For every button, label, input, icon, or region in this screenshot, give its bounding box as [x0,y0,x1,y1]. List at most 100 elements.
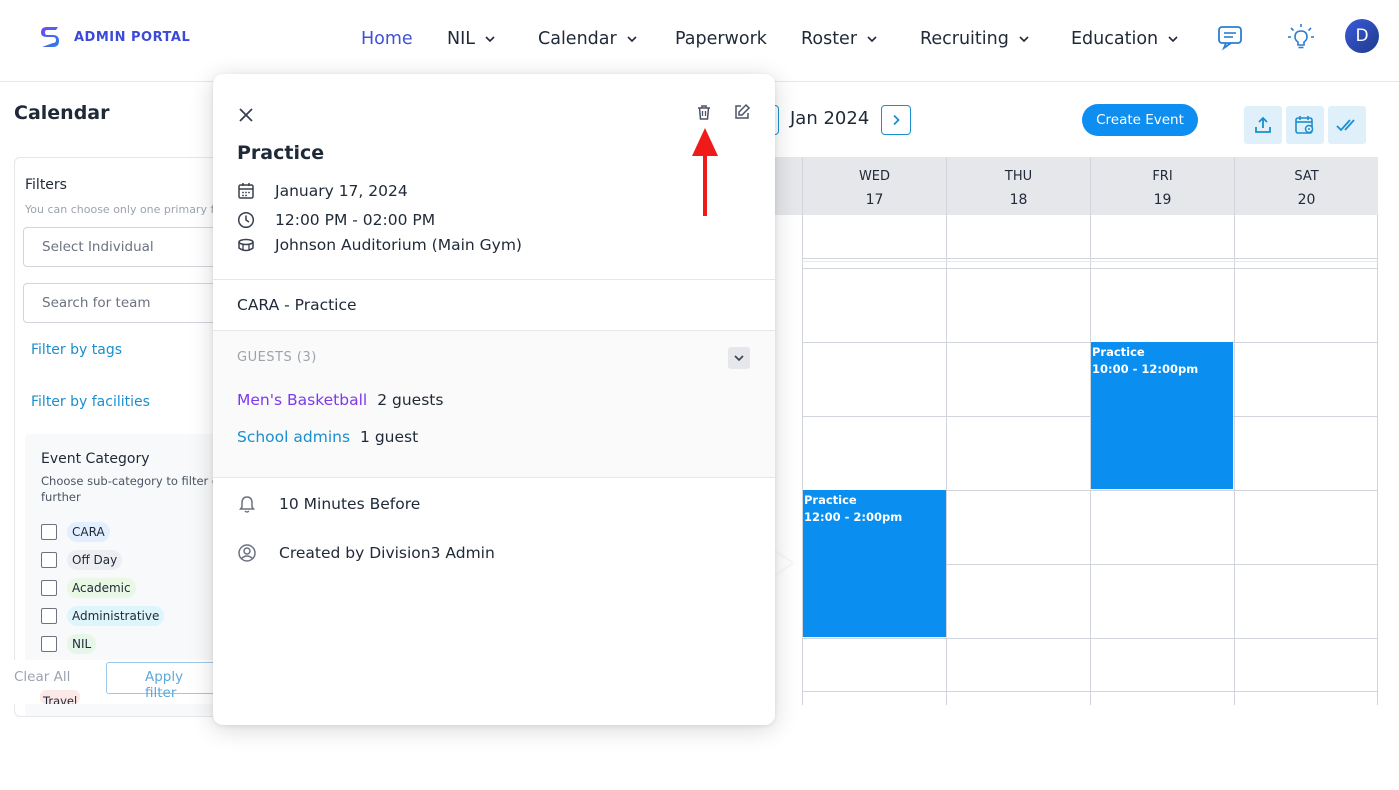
divider [213,477,775,478]
filter-by-facilities-link[interactable]: Filter by facilities [31,394,150,410]
guest-group-name[interactable]: School admins [237,428,350,446]
calendar-event-wed[interactable]: Practice 12:00 - 2:00pm [803,490,946,637]
nav-recruiting[interactable]: Recruiting [920,29,1029,49]
grid-line [802,638,1377,639]
nav-education[interactable]: Education [1071,29,1178,49]
edit-event-button[interactable] [731,101,753,123]
event-time: 12:00 - 2:00pm [804,510,903,524]
filters-note: You can choose only one primary f [25,203,215,216]
chevron-down-icon [734,355,744,362]
brand-name: ADMIN PORTAL [74,29,191,45]
checkbox[interactable] [41,608,57,624]
guest-group-row[interactable]: School admins 1 guest [237,428,418,446]
category-item-administrative[interactable]: Administrative [41,606,165,626]
nav-calendar[interactable]: Calendar [538,29,637,49]
grid-line [802,691,1377,692]
guests-collapse-toggle[interactable] [728,347,750,369]
edit-icon [735,103,751,119]
nav-education-label: Education [1071,29,1159,49]
chevron-down-icon [1019,36,1029,43]
category-tag: NIL [67,634,97,654]
delete-event-button[interactable] [693,101,715,123]
calendar-week-grid: WED 17 THU 18 FRI 19 SAT 20 Practice 10:… [760,157,1378,705]
nav-paperwork[interactable]: Paperwork [675,29,767,49]
calendar-event-fri[interactable]: Practice 10:00 - 12:00pm [1091,342,1233,489]
event-time-row: 12:00 PM - 02:00 PM [237,211,435,229]
checkbox[interactable] [41,552,57,568]
brand-logo[interactable]: ADMIN PORTAL [38,24,190,50]
day-header-thu[interactable]: THU 18 [946,157,1090,215]
event-location-row: Johnson Auditorium (Main Gym) [237,236,522,254]
checkbox[interactable] [41,524,57,540]
event-title: Practice [237,142,325,164]
create-event-button[interactable]: Create Event [1082,104,1198,136]
chevron-right-icon [893,114,900,126]
upload-button[interactable] [1244,106,1282,144]
day-date: 18 [1009,192,1028,208]
grid-line [802,261,1377,262]
clear-all-button[interactable]: Clear All [14,669,70,685]
logo-icon [41,27,59,47]
day-header-sat[interactable]: SAT 20 [1234,157,1378,215]
close-icon [239,108,253,122]
chevron-down-icon [485,36,495,43]
filter-by-tags-link[interactable]: Filter by tags [31,342,122,358]
checkbox[interactable] [41,636,57,652]
divider [213,279,775,280]
guest-group-row[interactable]: Men's Basketball 2 guests [237,391,443,409]
event-date: January 17, 2024 [275,182,408,200]
top-navbar: ADMIN PORTAL Home NIL Calendar Paperwork… [0,0,1399,82]
nav-home[interactable]: Home [361,29,413,49]
grid-line [946,215,947,705]
checkbox[interactable] [41,580,57,596]
event-location: Johnson Auditorium (Main Gym) [275,236,522,254]
stadium-icon [238,238,254,252]
category-item-cara[interactable]: CARA [41,522,110,542]
bell-icon [239,496,255,513]
created-by-row: Created by Division3 Admin [237,543,495,563]
guest-count: 1 guest [360,428,419,446]
day-header-fri[interactable]: FRI 19 [1090,157,1234,215]
category-item-nil[interactable]: NIL [41,634,97,654]
grid-line [802,268,1377,269]
nav-nil[interactable]: NIL [447,29,495,49]
chevron-down-icon [627,36,637,43]
avatar-initial: D [1355,26,1369,46]
event-time: 12:00 PM - 02:00 PM [275,211,436,229]
user-avatar[interactable]: D [1345,19,1379,53]
event-detail-popup: Practice January 17, 2024 12:00 PM - 02:… [213,74,775,725]
category-item-off-day[interactable]: Off Day [41,550,123,570]
chat-icon[interactable] [1216,22,1246,52]
calendar-settings-button[interactable] [1286,106,1324,144]
guest-group-name[interactable]: Men's Basketball [237,391,367,409]
nav-nil-label: NIL [447,29,476,49]
reminder-text: 10 Minutes Before [279,495,421,513]
check-all-icon [1336,119,1355,132]
category-item-academic[interactable]: Academic [41,578,136,598]
clock-icon [237,211,255,229]
close-button[interactable] [235,104,257,126]
trash-icon [698,104,710,120]
guest-count: 2 guests [377,391,444,409]
day-name: WED [858,169,891,184]
upload-icon [1255,116,1271,133]
category-tag: CARA [67,522,110,542]
day-name: FRI [1152,169,1173,184]
nav-roster-label: Roster [801,29,858,49]
nav-roster[interactable]: Roster [801,29,877,49]
calendar-settings-icon [1295,116,1314,134]
annotation-arrow-line [703,150,707,216]
lightbulb-icon[interactable] [1286,22,1316,52]
event-category-title: Event Category [41,451,150,467]
day-date: 19 [1153,192,1172,208]
next-week-button[interactable] [881,105,911,135]
created-by-text: Created by Division3 Admin [279,544,495,562]
grid-line [1234,215,1235,705]
nav-calendar-label: Calendar [538,29,617,49]
mark-all-button[interactable] [1328,106,1366,144]
day-name: THU [1004,169,1033,184]
day-name: SAT [1294,169,1319,184]
day-header-wed[interactable]: WED 17 [802,157,946,215]
category-tag: Off Day [67,550,123,570]
calendar-icon [238,183,254,199]
